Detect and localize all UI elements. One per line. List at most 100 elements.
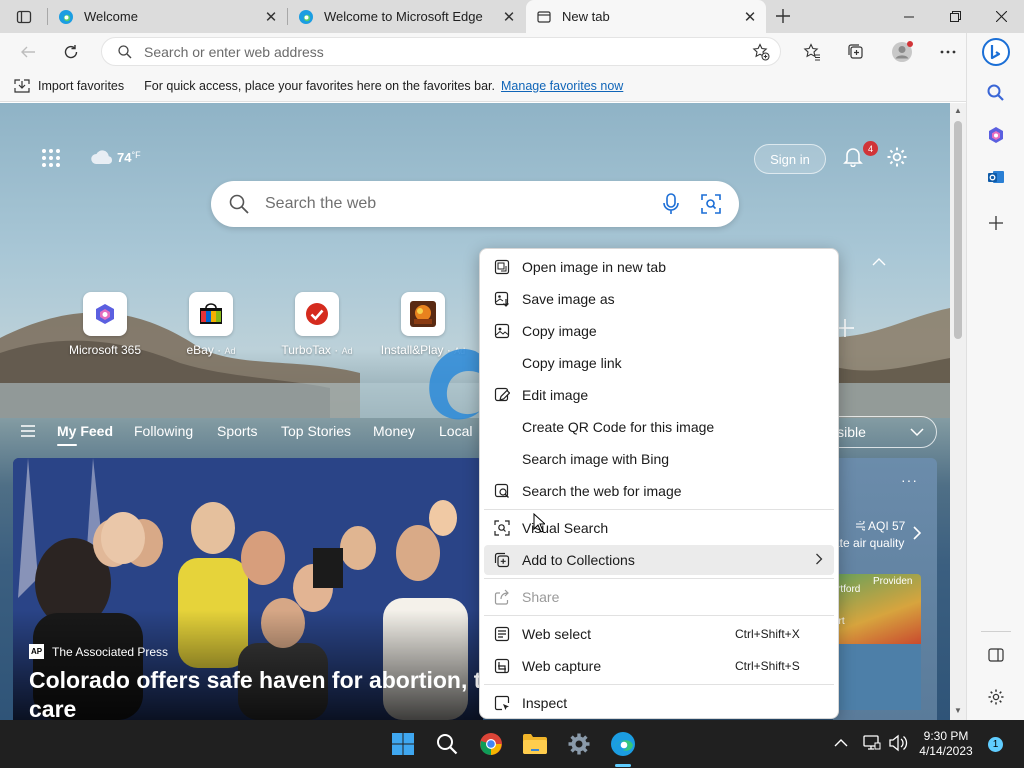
- new-tab-page-icon: [537, 10, 551, 23]
- add-favorite-icon[interactable]: [752, 42, 770, 61]
- collapse-quicklinks-button[interactable]: [872, 253, 886, 269]
- sidebar-search-button[interactable]: [981, 78, 1011, 108]
- sidebar-toggle-button[interactable]: [981, 640, 1011, 670]
- page-settings-gear-icon[interactable]: [886, 146, 908, 168]
- hero-news-card[interactable]: AP The Associated Press Colorado offers …: [13, 458, 483, 720]
- sidebar-settings-button[interactable]: [981, 682, 1011, 712]
- tab-actions-menu-button[interactable]: [8, 6, 40, 28]
- favorites-hint: For quick access, place your favorites h…: [144, 78, 496, 93]
- menu-item-open-image-new-tab[interactable]: Open image in new tab: [484, 252, 834, 282]
- notifications-bell-icon[interactable]: [842, 145, 864, 167]
- search-icon: [229, 194, 249, 214]
- quick-link-ebay[interactable]: eBay · Ad: [166, 292, 256, 357]
- menu-item-search-web-image[interactable]: Search the web for image: [484, 476, 834, 506]
- new-tab-button[interactable]: [770, 4, 796, 28]
- close-tab-button[interactable]: ✕: [738, 5, 762, 29]
- back-button[interactable]: [14, 38, 42, 66]
- feed-tab-my-feed[interactable]: My Feed: [57, 423, 113, 439]
- quick-link-label: Microsoft 365: [68, 343, 142, 357]
- favorites-button[interactable]: [797, 38, 827, 66]
- notification-center-badge[interactable]: 1: [988, 737, 1003, 752]
- tab-title: Welcome: [84, 9, 138, 24]
- taskbar-file-explorer-button[interactable]: [521, 730, 549, 758]
- profile-button[interactable]: [887, 38, 917, 66]
- visual-search-icon[interactable]: [701, 194, 721, 214]
- sidebar-add-button[interactable]: [981, 208, 1011, 238]
- scroll-up-arrow-icon[interactable]: ▲: [953, 106, 963, 116]
- sidebar-microsoft365-button[interactable]: [981, 120, 1011, 150]
- network-icon[interactable]: [863, 734, 881, 752]
- quick-link-turbotax[interactable]: TurboTax · Ad: [272, 292, 362, 357]
- sidebar-outlook-button[interactable]: [981, 162, 1011, 192]
- minimize-button[interactable]: [886, 0, 932, 33]
- collections-button[interactable]: [841, 38, 871, 66]
- tab-title: Welcome to Microsoft Edge: [324, 9, 483, 24]
- menu-item-web-select[interactable]: Web select Ctrl+Shift+X: [484, 619, 834, 649]
- tab-welcome-edge[interactable]: Welcome to Microsoft Edge ✕: [288, 0, 525, 33]
- import-favorites-button[interactable]: Import favorites: [14, 79, 124, 93]
- menu-item-label: Inspect: [522, 695, 568, 711]
- refresh-button[interactable]: [57, 38, 85, 66]
- menu-item-create-qr-code[interactable]: Create QR Code for this image: [484, 412, 834, 442]
- system-clock[interactable]: 9:30 PM 4/14/2023: [916, 729, 976, 759]
- menu-item-search-image-bing[interactable]: Search image with Bing: [484, 444, 834, 474]
- menu-item-label: Search image with Bing: [522, 451, 670, 467]
- menu-item-copy-image-link[interactable]: Copy image link: [484, 348, 834, 378]
- tab-new-tab[interactable]: New tab ✕: [526, 0, 766, 33]
- manage-favorites-link[interactable]: Manage favorites now: [501, 79, 623, 93]
- scroll-down-arrow-icon[interactable]: ▼: [953, 706, 963, 716]
- menu-item-label: Web select: [522, 626, 591, 642]
- scrollbar-thumb[interactable]: [954, 121, 962, 339]
- menu-item-edit-image[interactable]: Edit image: [484, 380, 834, 410]
- address-bar[interactable]: Search or enter web address: [101, 37, 781, 66]
- feed-tab-sports[interactable]: Sports: [217, 423, 257, 439]
- feed-tab-money[interactable]: Money: [373, 423, 415, 439]
- weather-unit: °F: [131, 150, 141, 160]
- news-headline[interactable]: Colorado offers safe haven for abortion,…: [29, 666, 483, 720]
- apps-grid-icon[interactable]: [41, 148, 61, 168]
- quick-link-microsoft-365[interactable]: Microsoft 365: [60, 292, 150, 357]
- chevron-right-icon[interactable]: [913, 526, 922, 545]
- menu-item-share[interactable]: Share: [484, 582, 834, 612]
- weather-air-quality-card[interactable]: ··· AQI 57 ate air quality Providen rtfo…: [833, 458, 937, 720]
- taskbar-chrome-button[interactable]: [477, 730, 505, 758]
- notification-badge: 4: [863, 141, 878, 156]
- edge-icon: [611, 732, 635, 756]
- settings-more-button[interactable]: [933, 38, 963, 66]
- taskbar-settings-button[interactable]: [565, 730, 593, 758]
- volume-icon[interactable]: [888, 734, 908, 752]
- menu-item-inspect[interactable]: Inspect: [484, 688, 834, 718]
- restore-button[interactable]: [932, 0, 978, 33]
- tab-welcome[interactable]: Welcome ✕: [48, 0, 287, 33]
- menu-separator: [484, 684, 834, 685]
- collections-icon: [494, 552, 510, 568]
- taskbar-search-button[interactable]: [433, 730, 461, 758]
- tab-strip: Welcome ✕ Welcome to Microsoft Edge ✕ Ne…: [0, 0, 1024, 33]
- bing-chat-button[interactable]: [979, 35, 1013, 69]
- close-window-button[interactable]: [978, 0, 1024, 33]
- hamburger-menu-icon[interactable]: [20, 424, 36, 438]
- feed-tab-following[interactable]: Following: [134, 423, 193, 439]
- web-search-box[interactable]: Search the web: [211, 181, 739, 227]
- sidebar-divider: [981, 631, 1011, 632]
- weather-widget[interactable]: 74 °F: [90, 149, 141, 165]
- menu-item-save-image[interactable]: Save image as: [484, 284, 834, 314]
- import-icon: [14, 78, 30, 93]
- start-button[interactable]: [389, 730, 417, 758]
- menu-item-copy-image[interactable]: Copy image: [484, 316, 834, 346]
- card-more-options-icon[interactable]: ···: [901, 472, 918, 488]
- sign-in-button[interactable]: Sign in: [754, 144, 826, 174]
- feed-tab-local[interactable]: Local: [439, 423, 472, 439]
- chevron-down-icon: [910, 428, 924, 437]
- taskbar-edge-button[interactable]: [609, 730, 637, 758]
- menu-item-web-capture[interactable]: Web capture Ctrl+Shift+S: [484, 651, 834, 681]
- chrome-icon: [480, 733, 502, 755]
- page-scrollbar[interactable]: ▲ ▼: [950, 103, 966, 720]
- close-tab-button[interactable]: ✕: [497, 5, 521, 29]
- close-tab-button[interactable]: ✕: [259, 5, 283, 29]
- show-hidden-icons-chevron-icon[interactable]: [834, 738, 848, 748]
- microphone-icon[interactable]: [663, 193, 679, 215]
- feed-tab-top-stories[interactable]: Top Stories: [281, 423, 351, 439]
- windows-logo-icon: [392, 733, 414, 755]
- menu-item-add-to-collections[interactable]: Add to Collections: [484, 545, 834, 575]
